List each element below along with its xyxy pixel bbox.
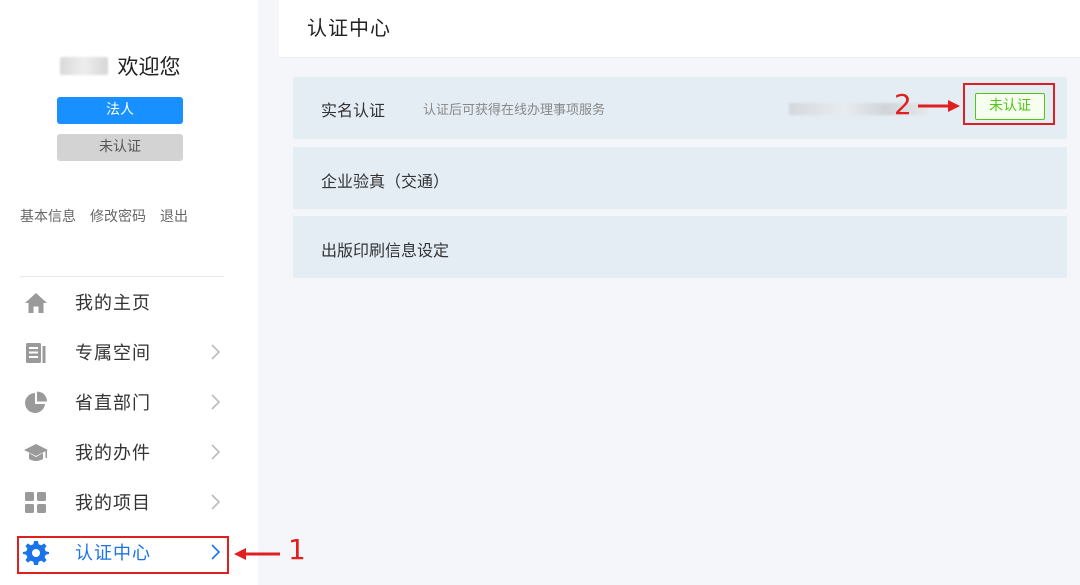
sidebar-item-my-projects[interactable]: 我的项目 [0, 477, 258, 527]
logout-link[interactable]: 退出 [160, 206, 188, 226]
panel-description: 认证后可获得在线办理事项服务 [423, 103, 606, 118]
panel-label: 实名认证 [321, 101, 386, 120]
sidebar-item-home[interactable]: 我的主页 [0, 277, 258, 327]
page-title: 认证中心 [307, 16, 391, 40]
change-password-link[interactable]: 修改密码 [90, 206, 146, 226]
sidebar-item-my-cases[interactable]: 我的办件 [0, 427, 258, 477]
chevron-right-icon [211, 394, 221, 410]
account-links: 基本信息 修改密码 退出 [20, 206, 188, 226]
role-badge: 法人 [57, 97, 183, 124]
panel-publishing-printing-settings[interactable]: 出版印刷信息设定 [293, 216, 1067, 278]
panel-enterprise-verification[interactable]: 企业验真（交通） [293, 147, 1067, 209]
sidebar-item-provincial-departments[interactable]: 省直部门 [0, 377, 258, 427]
chevron-right-icon [211, 344, 221, 360]
sidebar-item-label: 专属空间 [75, 343, 151, 364]
panel-label: 出版印刷信息设定 [321, 241, 450, 260]
sidebar-nav: 我的主页 专属空间 省直部门 我的办件 我的项目 认证中心 [0, 277, 258, 577]
graduation-cap-icon [23, 440, 49, 466]
apps-grid-icon [23, 490, 49, 516]
blurred-username [59, 57, 108, 75]
home-icon [23, 290, 49, 316]
document-icon [23, 340, 49, 366]
chevron-right-icon [211, 444, 221, 460]
step-number-2: 2 [894, 88, 912, 121]
panel-label: 企业验真（交通） [321, 172, 450, 191]
sidebar-item-label: 省直部门 [75, 393, 151, 414]
highlight-box-step1 [17, 536, 229, 574]
pie-chart-icon [23, 390, 49, 416]
chevron-right-icon [211, 494, 221, 510]
unverified-button[interactable]: 未认证 [975, 93, 1045, 120]
arrow-left-icon [234, 548, 280, 560]
status-badge: 未认证 [57, 134, 183, 161]
sidebar-item-label: 我的主页 [75, 293, 151, 314]
sidebar-item-label: 我的项目 [75, 493, 151, 514]
sidebar-item-exclusive-space[interactable]: 专属空间 [0, 327, 258, 377]
arrow-right-icon [918, 100, 960, 112]
user-row: 欢迎您 [0, 48, 240, 84]
sidebar: 欢迎您 法人 未认证 基本信息 修改密码 退出 我的主页 专属空间 省直部门 我… [0, 0, 258, 585]
step-number-1: 1 [288, 533, 306, 566]
main-header: 认证中心 [279, 0, 1080, 58]
sidebar-item-label: 我的办件 [75, 443, 151, 464]
welcome-text: 欢迎您 [117, 55, 181, 79]
user-block: 欢迎您 法人 未认证 [0, 48, 240, 161]
basic-info-link[interactable]: 基本信息 [20, 206, 76, 226]
